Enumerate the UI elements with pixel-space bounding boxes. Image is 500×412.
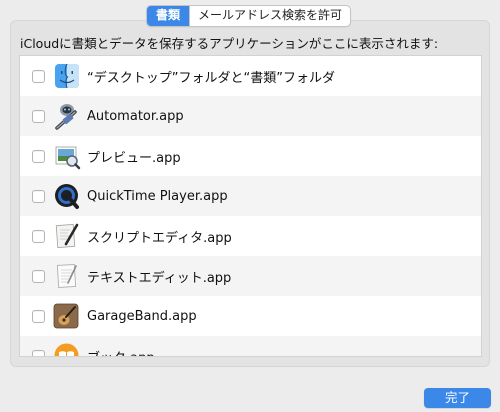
list-item: プレビュー.app (20, 136, 481, 176)
app-checkbox[interactable] (32, 189, 45, 203)
list-item: スクリプトエディタ.app (20, 216, 481, 256)
list-item: Automator.app (20, 96, 481, 136)
list-item: ブック.app (20, 336, 481, 357)
app-label: GarageBand.app (87, 308, 197, 324)
app-label: ブック.app (87, 347, 155, 357)
app-label: “デスクトップ”フォルダと“書類”フォルダ (87, 70, 335, 86)
tab-documents[interactable]: 書類 (147, 6, 190, 26)
done-button[interactable]: 完了 (424, 388, 491, 408)
automator-icon (53, 102, 81, 130)
quicktime-icon (53, 182, 81, 210)
app-checkbox[interactable] (32, 109, 45, 123)
app-label: スクリプトエディタ.app (87, 230, 232, 246)
list-item: GarageBand.app (20, 296, 481, 336)
garageband-icon (53, 302, 81, 330)
tab-look-me-up-by-email[interactable]: メールアドレス検索を許可 (189, 6, 350, 26)
books-icon (53, 342, 81, 356)
app-checkbox[interactable] (32, 69, 45, 83)
list-description: iCloudに書類とデータを保存するアプリケーションがここに表示されます: (20, 36, 439, 51)
preview-icon (53, 142, 81, 170)
list-item: QuickTime Player.app (20, 176, 481, 216)
list-item: “デスクトップ”フォルダと“書類”フォルダ (20, 56, 481, 96)
app-label: QuickTime Player.app (87, 188, 228, 204)
app-label: プレビュー.app (87, 150, 181, 166)
app-checkbox[interactable] (32, 309, 45, 323)
tab-control: 書類 メールアドレス検索を許可 (146, 5, 352, 27)
textedit-icon (53, 262, 81, 290)
app-list: “デスクトップ”フォルダと“書類”フォルダ Automator.app プレビュ… (19, 55, 482, 357)
app-label: Automator.app (87, 108, 184, 124)
app-checkbox[interactable] (32, 269, 45, 283)
app-label: テキストエディット.app (87, 270, 232, 286)
finder-icon (53, 62, 81, 90)
app-checkbox[interactable] (32, 229, 45, 243)
app-checkbox[interactable] (32, 349, 45, 356)
list-item: テキストエディット.app (20, 256, 481, 296)
script-editor-icon (53, 222, 81, 250)
app-checkbox[interactable] (32, 149, 45, 163)
